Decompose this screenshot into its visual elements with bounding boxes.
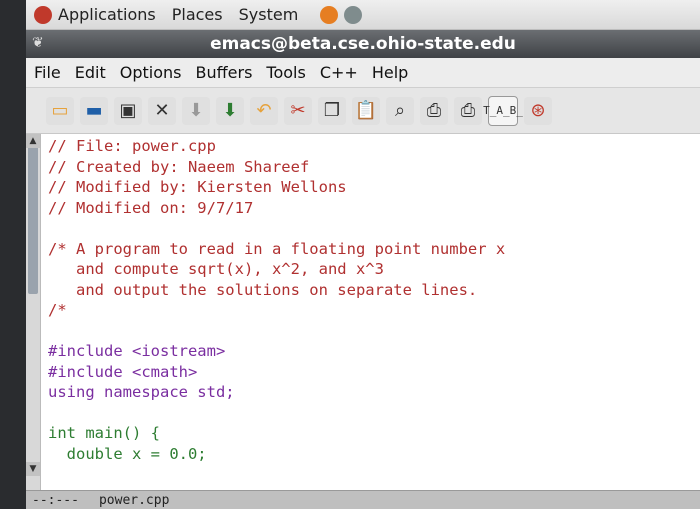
code-line: int main() { xyxy=(48,424,160,442)
panel-launchers xyxy=(320,5,363,24)
help-icon[interactable]: ⊛ xyxy=(524,96,552,125)
menu-options[interactable]: Options xyxy=(120,63,182,82)
code-line: and compute sqrt(x), x^2, and x^3 xyxy=(48,260,384,278)
copy-icon[interactable]: ❐ xyxy=(318,96,346,125)
paste-icon[interactable]: 📋 xyxy=(352,96,380,125)
menu-tools[interactable]: Tools xyxy=(266,63,305,82)
code-line: and output the solutions on separate lin… xyxy=(48,280,478,299)
scroll-down-arrow-icon[interactable]: ▼ xyxy=(26,462,40,476)
menubar: File Edit Options Buffers Tools C++ Help xyxy=(26,58,700,88)
photo-bezel xyxy=(0,0,26,509)
modeline-status: --:--- xyxy=(32,492,79,508)
gnome-foot-icon xyxy=(34,5,52,24)
close-icon[interactable]: ✕ xyxy=(148,96,176,125)
save-as-icon[interactable]: ⬇ xyxy=(182,96,210,125)
code-line: double x = 0.0; xyxy=(48,444,207,463)
mail-icon[interactable] xyxy=(344,5,363,24)
code-line: // Created by: Naeem Shareef xyxy=(48,157,310,176)
mode-line[interactable]: --:--- power.cpp xyxy=(26,490,700,509)
scroll-up-arrow-icon[interactable]: ▲ xyxy=(26,134,40,148)
menu-buffers[interactable]: Buffers xyxy=(196,63,253,82)
search-icon[interactable]: ⌕ xyxy=(386,96,414,125)
cut-icon[interactable]: ✂ xyxy=(284,96,312,125)
firefox-icon[interactable] xyxy=(320,5,339,24)
print-icon[interactable]: ⎙ xyxy=(420,96,448,125)
code-line: /* A program to read in a floating point… xyxy=(48,239,506,258)
save-icon[interactable]: ▣ xyxy=(114,96,142,125)
code-text[interactable]: // File: power.cpp // Created by: Naeem S… xyxy=(48,136,505,464)
toolbar: ▭ ▬ ▣ ✕ ⬇ ⬇ ↶ ✂ ❐ 📋 ⌕ ⎙ ⎙ T̲A̲B̲ ⊛ xyxy=(26,88,700,134)
open-folder-icon[interactable]: ▬ xyxy=(80,96,108,125)
code-line: // File: power.cpp xyxy=(48,137,216,155)
menu-help[interactable]: Help xyxy=(372,63,408,82)
undo-icon[interactable]: ↶ xyxy=(250,96,278,125)
screen: Applications Places System ❦ emacs@beta.… xyxy=(26,0,700,509)
menu-cpp[interactable]: C++ xyxy=(320,63,358,82)
places-menu[interactable]: Places xyxy=(172,5,223,24)
code-line: using namespace std; xyxy=(48,383,235,401)
applications-menu[interactable]: Applications xyxy=(58,5,156,24)
vertical-scrollbar[interactable] xyxy=(26,134,41,490)
scrollbar-thumb[interactable] xyxy=(28,144,38,294)
code-line: // Modified by: Kiersten Wellons xyxy=(48,178,347,196)
modeline-buffer-name: power.cpp xyxy=(98,492,170,508)
code-line: // Modified on: 9/7/17 xyxy=(48,198,254,217)
code-line: #include <cmath> xyxy=(48,362,198,381)
menu-edit[interactable]: Edit xyxy=(75,63,106,82)
new-file-icon[interactable]: ▭ xyxy=(46,96,74,125)
print-buffer-icon[interactable]: ⎙ xyxy=(454,96,482,125)
emacs-icon[interactable]: ❦ xyxy=(32,35,50,53)
window-title: emacs@beta.cse.ohio-state.edu xyxy=(210,34,516,54)
customize-icon[interactable]: T̲A̲B̲ xyxy=(483,95,523,126)
window-titlebar[interactable]: ❦ emacs@beta.cse.ohio-state.edu xyxy=(26,30,700,58)
insert-file-icon[interactable]: ⬇ xyxy=(216,96,244,125)
menu-file[interactable]: File xyxy=(34,63,61,82)
code-line: #include <iostream> xyxy=(48,342,226,360)
code-line: /* xyxy=(48,301,67,319)
system-menu[interactable]: System xyxy=(239,5,299,24)
gnome-top-panel: Applications Places System xyxy=(26,0,700,30)
